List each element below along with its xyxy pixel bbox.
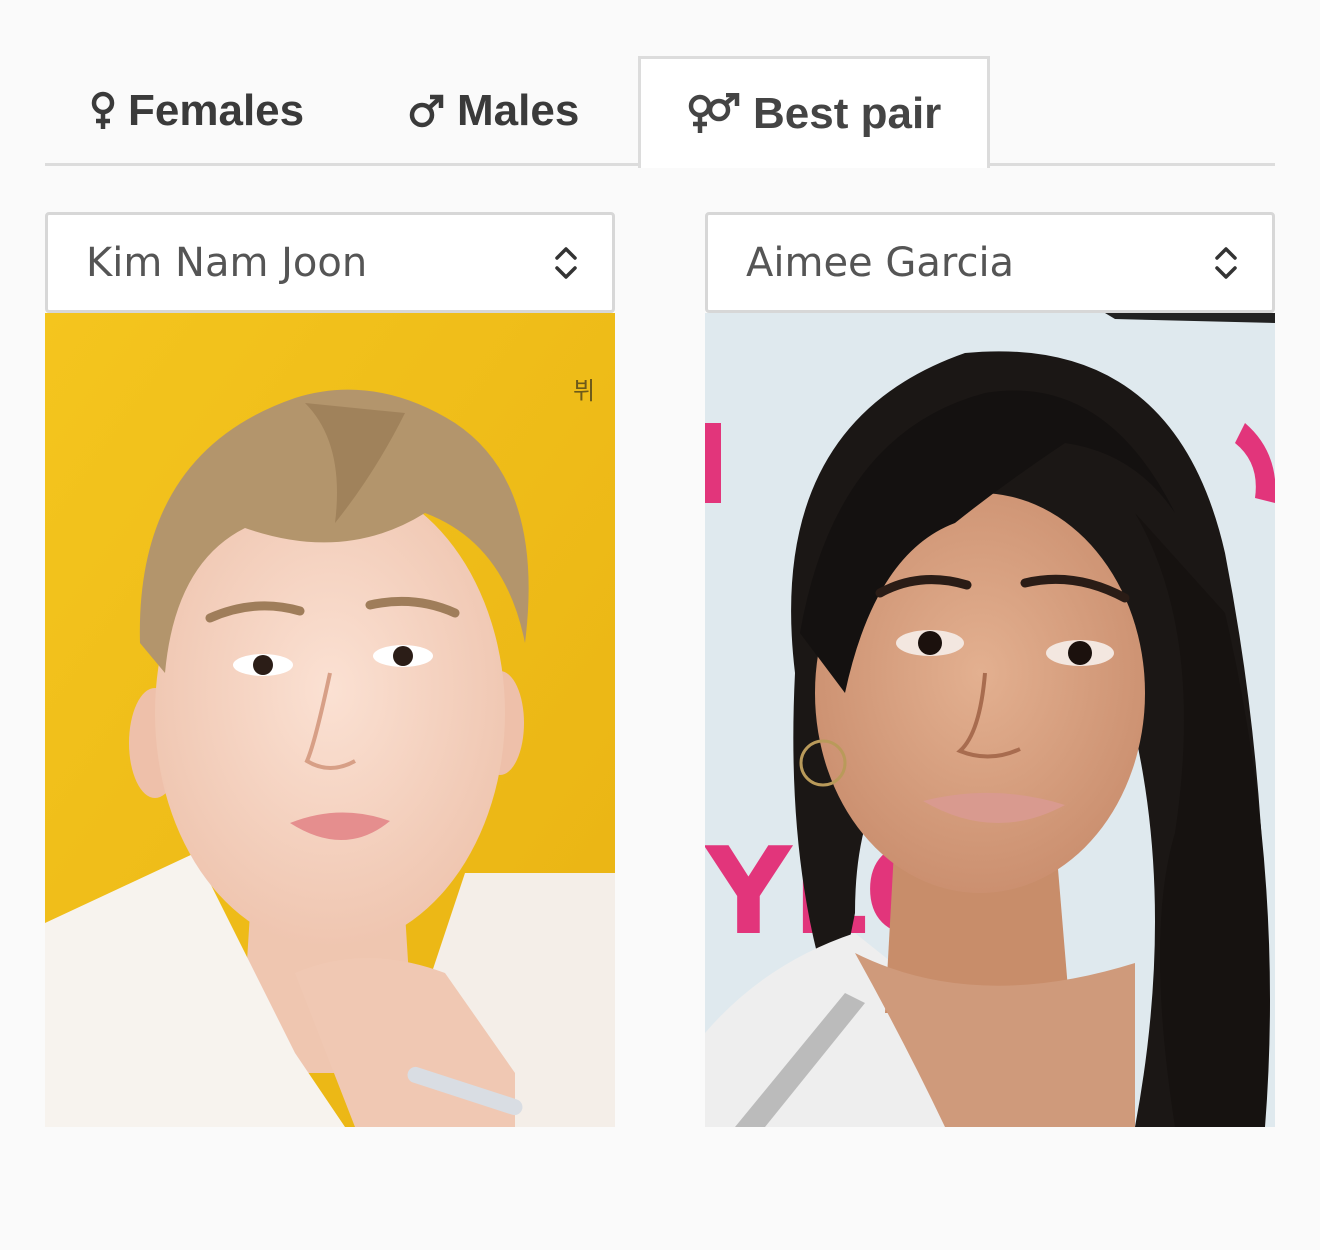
couple-symbol-icon	[687, 92, 741, 135]
tab-best-pair-label: Best pair	[753, 88, 942, 138]
tab-females[interactable]: Females	[90, 56, 304, 166]
person-select-right-value: Aimee Garcia	[746, 239, 1015, 286]
gender-tabs: Females Males Best pair	[45, 56, 1275, 168]
svg-text:뷔: 뷔	[573, 377, 595, 405]
male-symbol-icon	[409, 93, 445, 129]
tab-males-label: Males	[457, 86, 580, 135]
tab-females-label: Females	[128, 86, 305, 135]
up-down-chevron-icon	[1214, 245, 1238, 291]
person-photo-right: YLO	[705, 313, 1275, 1127]
tab-best-pair[interactable]: Best pair	[638, 56, 990, 168]
up-down-chevron-icon	[554, 245, 578, 291]
person-select-left-value: Kim Nam Joon	[86, 239, 368, 286]
person-select-right[interactable]: Aimee Garcia	[705, 212, 1275, 313]
tab-males[interactable]: Males	[409, 56, 579, 166]
person-photo-left: 뷔	[45, 313, 615, 1127]
female-symbol-icon	[90, 91, 116, 131]
person-select-left[interactable]: Kim Nam Joon	[45, 212, 615, 313]
